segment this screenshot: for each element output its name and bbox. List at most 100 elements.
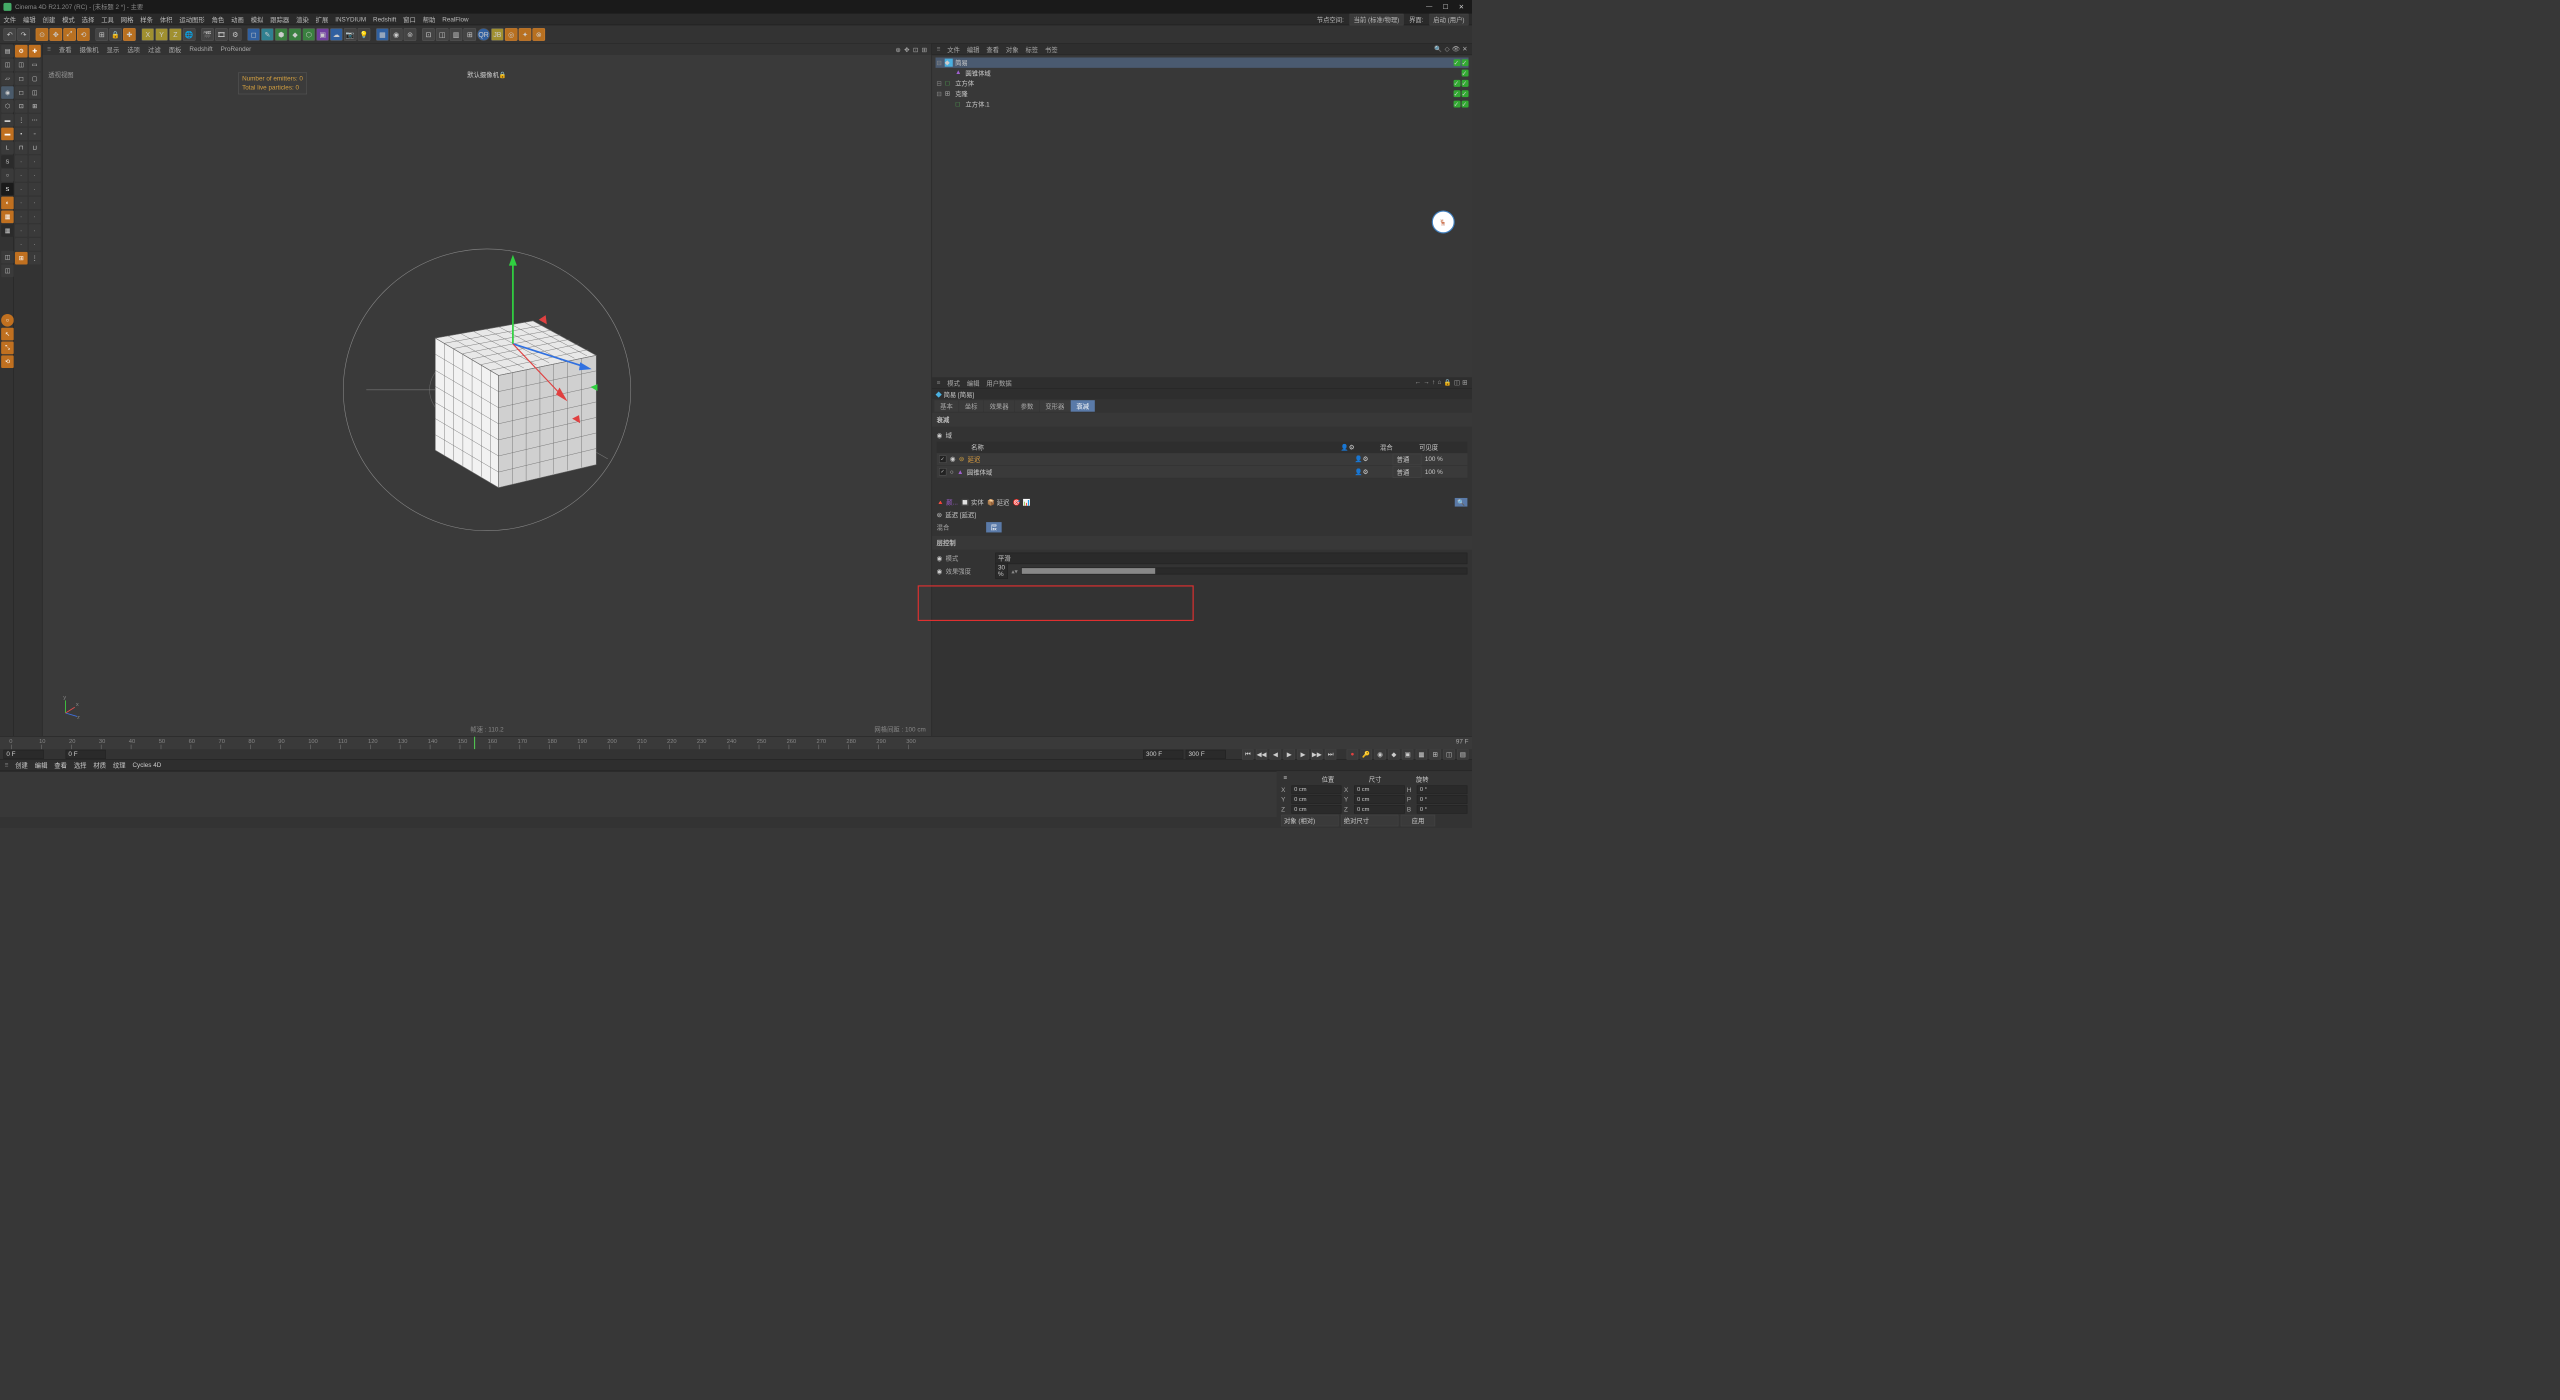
l2-ac[interactable]: ·	[15, 238, 27, 251]
om-view[interactable]: 查看	[986, 45, 999, 54]
l2-o[interactable]: ⊓	[15, 141, 27, 154]
object-tree[interactable]: ⊟ ◆ 简易 ✓✓ ▲ 圆锥体域 ✓ ⊟ ◻ 立方体 ✓✓ ⊟ ⊞ 克隆	[932, 55, 1472, 377]
l2-d[interactable]: ▭	[28, 59, 40, 72]
snap-move[interactable]: ↖	[1, 328, 14, 341]
pos-x[interactable]: 0 cm	[1291, 785, 1341, 794]
menu-edit[interactable]: 编辑	[23, 15, 36, 24]
minimize-button[interactable]: —	[1426, 3, 1432, 10]
menu-mograph[interactable]: 运动图形	[179, 15, 204, 24]
vp-panel[interactable]: 面板	[169, 45, 182, 54]
tl-k5[interactable]: ⊞	[1429, 749, 1441, 759]
size-y[interactable]: 0 cm	[1354, 795, 1404, 804]
l-11[interactable]: ◫	[1, 265, 14, 278]
texture-mode[interactable]: ◫	[1, 59, 14, 72]
qr-tool[interactable]: QR	[477, 28, 490, 41]
tool-d[interactable]: ⊞	[463, 28, 476, 41]
field-cone-enable[interactable]: ✓	[939, 468, 946, 475]
coord-system[interactable]: 🌐	[183, 28, 196, 41]
attr-home[interactable]: ⌂	[1438, 379, 1442, 386]
om-file[interactable]: 文件	[947, 45, 960, 54]
tab-effector[interactable]: 效果器	[984, 400, 1014, 412]
l2-a[interactable]: ⚙	[15, 45, 27, 58]
l-s1[interactable]: S	[1, 155, 14, 168]
tl-cur-frame[interactable]: 0 F	[3, 750, 43, 759]
l2-s[interactable]: ·	[15, 169, 27, 182]
menu-animate[interactable]: 动画	[231, 15, 244, 24]
mat-view[interactable]: 查看	[54, 760, 67, 769]
pos-y[interactable]: 0 cm	[1291, 795, 1341, 804]
vp-redshift[interactable]: Redshift	[189, 46, 212, 53]
render-view[interactable]: 🎬	[201, 28, 214, 41]
l2-l[interactable]: ⋯	[28, 114, 40, 127]
mat-create[interactable]: 创建	[15, 760, 28, 769]
l2-af[interactable]: ⋮	[28, 252, 40, 265]
deformer[interactable]: ▣	[316, 28, 329, 41]
om-filter-icon[interactable]: ◇	[1445, 45, 1450, 52]
viewport[interactable]: ≡ 查看 摄像机 显示 选项 过滤 面板 Redshift ProRender …	[43, 44, 932, 736]
l-grid[interactable]: ▦	[1, 210, 14, 223]
render-settings[interactable]: ⚙	[229, 28, 242, 41]
generator2[interactable]: ◆	[289, 28, 302, 41]
attr-new[interactable]: ◫	[1454, 379, 1460, 386]
tl-end-frame[interactable]: 300 F	[1143, 750, 1183, 759]
environment[interactable]: ☁	[330, 28, 343, 41]
menu-render[interactable]: 渲染	[296, 15, 309, 24]
tab-basic[interactable]: 基本	[934, 400, 958, 412]
field-row-cone[interactable]: ✓ ○ ▲ 圆锥体域 👤⚙ 普通 100 %	[937, 466, 1468, 479]
close-button[interactable]: ✕	[1459, 3, 1464, 10]
tab-deform[interactable]: 变形器	[1040, 400, 1070, 412]
attr-up[interactable]: ↑	[1432, 379, 1435, 386]
l2-j[interactable]: ⊞	[28, 100, 40, 113]
vp-nav-4[interactable]: ⊞	[922, 46, 927, 53]
mode-radio[interactable]: ◉	[937, 555, 943, 562]
coord-apply-button[interactable]: 应用	[1401, 815, 1436, 827]
select-tool[interactable]: ⊙	[36, 28, 49, 41]
vp-display[interactable]: 显示	[107, 45, 120, 54]
recent-tool[interactable]: ⊞	[95, 28, 108, 41]
attr-userdata[interactable]: 用户数据	[986, 378, 1011, 387]
layer-ic-4[interactable]: 🎯 📊	[1013, 498, 1031, 505]
cross-tool[interactable]: ✚	[123, 28, 136, 41]
l-or[interactable]: ◐	[1, 197, 14, 210]
strength-slider[interactable]	[1021, 568, 1467, 575]
l2-ae[interactable]: ⊞	[15, 252, 27, 265]
vp-filter[interactable]: 过滤	[148, 45, 161, 54]
light-obj[interactable]: 💡	[358, 28, 371, 41]
l-10[interactable]: ◫	[1, 251, 14, 264]
field-cone-radio[interactable]: ○	[950, 468, 954, 475]
tree-row-plain[interactable]: ⊟ ◆ 简易 ✓✓	[936, 58, 1469, 68]
camera-obj[interactable]: 📷	[344, 28, 357, 41]
spline-primitive[interactable]: ✎	[261, 28, 274, 41]
tl-next-frame[interactable]: ▶	[1297, 749, 1309, 759]
menu-file[interactable]: 文件	[3, 15, 16, 24]
attr-lock[interactable]: 🔒	[1444, 379, 1452, 386]
menu-help[interactable]: 帮助	[423, 15, 436, 24]
l2-g[interactable]: ◻	[15, 86, 27, 99]
tool-c[interactable]: ▥	[450, 28, 463, 41]
l2-h[interactable]: ◫	[28, 86, 40, 99]
tool-h[interactable]: ⊗	[532, 28, 545, 41]
blend-layer-button[interactable]: 层	[986, 522, 1002, 532]
workplane-mode[interactable]: ▱	[1, 72, 14, 85]
attr-max[interactable]: ⊞	[1462, 379, 1467, 386]
snap-scale[interactable]: ⤡	[1, 342, 14, 355]
layer-ic-1[interactable]: 🔺 颜...	[937, 497, 958, 506]
field-delay-radio[interactable]: ◉	[950, 455, 956, 462]
mat-material[interactable]: 材质	[93, 760, 106, 769]
menu-mesh[interactable]: 网格	[121, 15, 134, 24]
field-delay-enable[interactable]: ✓	[939, 455, 946, 462]
menu-window[interactable]: 窗口	[403, 15, 416, 24]
tl-start-frame[interactable]: 0 F	[66, 750, 106, 759]
l2-aa[interactable]: ·	[15, 224, 27, 237]
attr-back[interactable]: ←	[1415, 379, 1421, 386]
strength-spinner[interactable]: ▴▾	[1011, 567, 1017, 574]
pos-z[interactable]: 0 cm	[1291, 805, 1341, 814]
tool-e[interactable]: JB	[491, 28, 504, 41]
vp-camera[interactable]: 摄像机	[80, 45, 99, 54]
menu-simulate[interactable]: 模拟	[251, 15, 264, 24]
menu-spline[interactable]: 样条	[140, 15, 153, 24]
tree-row-cube[interactable]: ⊟ ◻ 立方体 ✓✓	[936, 78, 1469, 88]
l-9[interactable]: ▦	[1, 224, 14, 237]
tool-b[interactable]: ◫	[436, 28, 449, 41]
menu-tracker[interactable]: 跟踪器	[270, 15, 289, 24]
